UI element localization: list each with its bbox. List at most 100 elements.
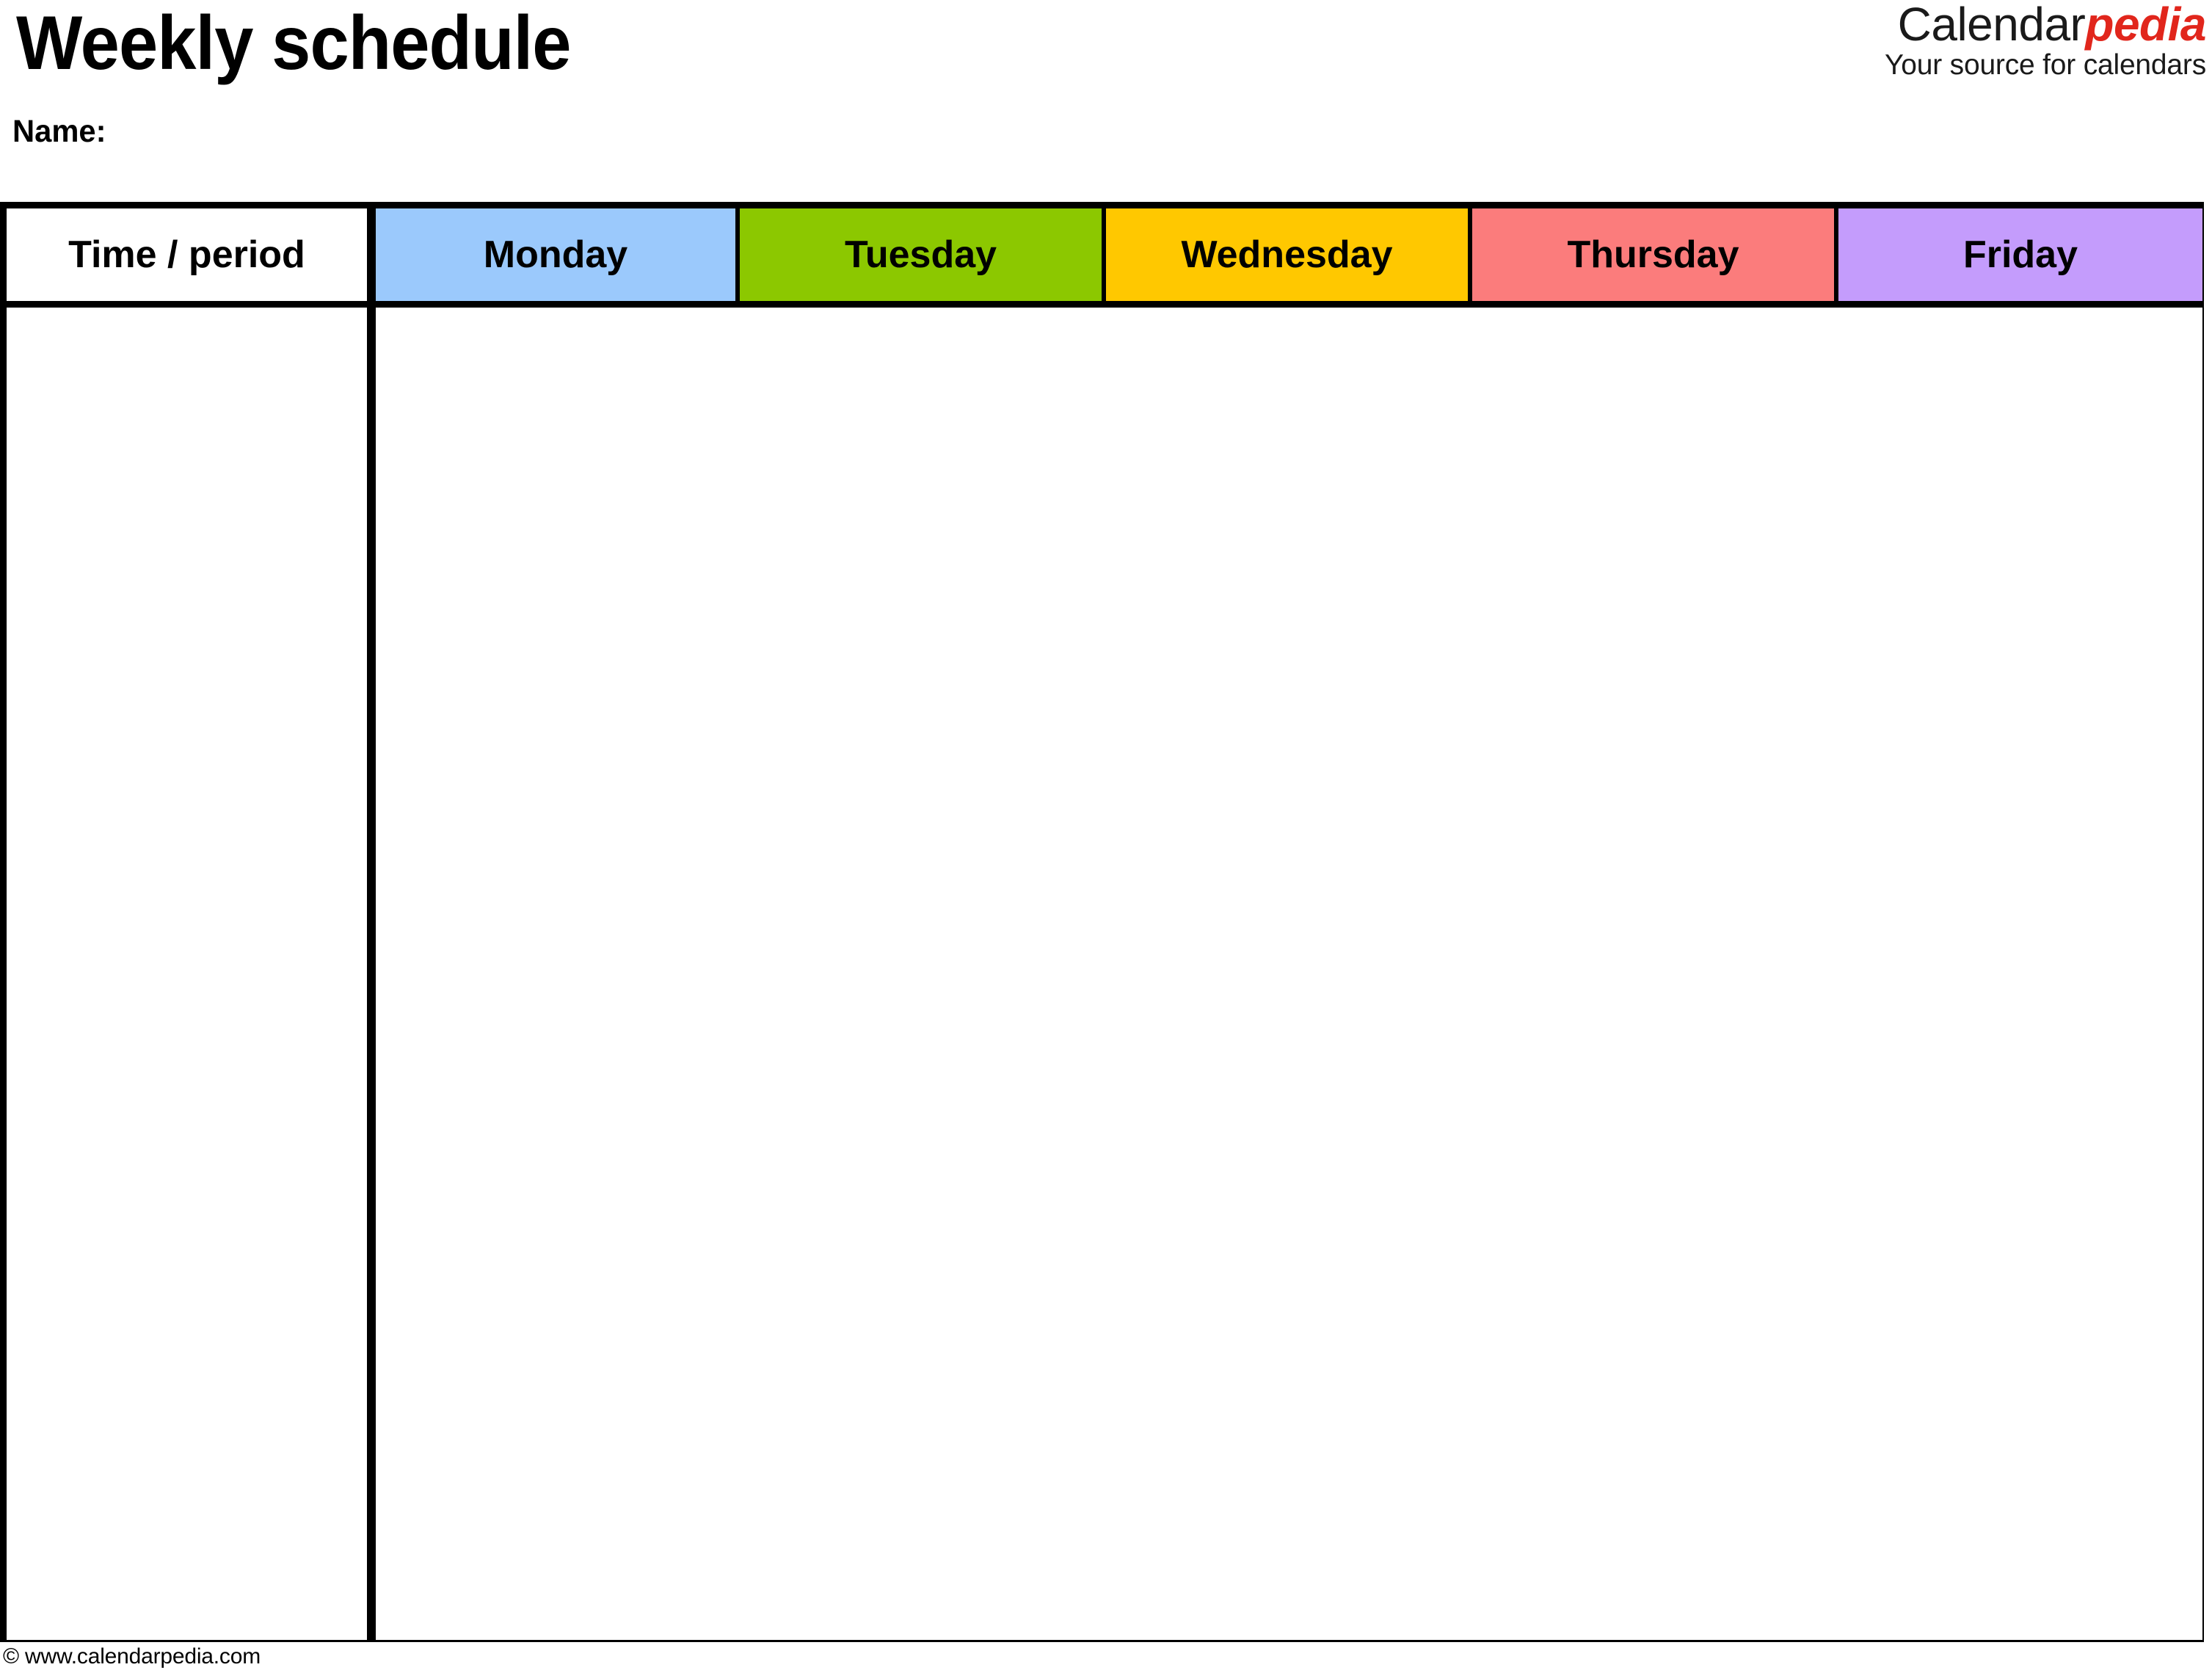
schedule-grid: Time / period Monday Tuesday Wednesday T…: [7, 208, 2202, 1640]
table-row: [7, 407, 2202, 509]
schedule-cell-time[interactable]: [7, 1332, 376, 1434]
schedule-cell-time[interactable]: [7, 1537, 376, 1640]
schedule-header: Time / period Monday Tuesday Wednesday T…: [7, 208, 2202, 308]
schedule-cell-friday[interactable]: [1836, 715, 2202, 818]
schedule-cell-tuesday[interactable]: [738, 1023, 1104, 1126]
schedule-cell-tuesday[interactable]: [738, 304, 1104, 407]
column-header-time: Time / period: [7, 208, 376, 308]
schedule-cell-friday[interactable]: [1836, 612, 2202, 715]
table-row: [7, 1537, 2202, 1640]
schedule-cell-wednesday[interactable]: [1104, 818, 1470, 921]
brand-word-pedia: pedia: [2085, 0, 2206, 51]
schedule-cell-wednesday[interactable]: [1104, 509, 1470, 612]
schedule-cell-time[interactable]: [7, 1126, 376, 1229]
page-title: Weekly schedule: [16, 1, 571, 86]
brand-tagline: Your source for calendars: [1885, 49, 2206, 81]
schedule-cell-thursday[interactable]: [1470, 1332, 1836, 1434]
schedule-cell-time[interactable]: [7, 509, 376, 612]
schedule-cell-wednesday[interactable]: [1104, 1537, 1470, 1640]
schedule-cell-time[interactable]: [7, 612, 376, 715]
schedule-cell-friday[interactable]: [1836, 818, 2202, 921]
schedule-cell-wednesday[interactable]: [1104, 1023, 1470, 1126]
schedule-cell-friday[interactable]: [1836, 1229, 2202, 1332]
schedule-cell-tuesday[interactable]: [738, 1126, 1104, 1229]
schedule-cell-thursday[interactable]: [1470, 1537, 1836, 1640]
schedule-cell-time[interactable]: [7, 407, 376, 509]
schedule-cell-tuesday[interactable]: [738, 921, 1104, 1023]
schedule-cell-time[interactable]: [7, 1434, 376, 1537]
schedule-cell-thursday[interactable]: [1470, 407, 1836, 509]
table-row: [7, 509, 2202, 612]
schedule-cell-friday[interactable]: [1836, 1537, 2202, 1640]
schedule-cell-time[interactable]: [7, 1023, 376, 1126]
schedule-cell-wednesday[interactable]: [1104, 1434, 1470, 1537]
schedule-cell-time[interactable]: [7, 1229, 376, 1332]
schedule-cell-friday[interactable]: [1836, 304, 2202, 407]
schedule-cell-tuesday[interactable]: [738, 407, 1104, 509]
schedule-cell-monday[interactable]: [371, 1023, 738, 1126]
schedule-cell-tuesday[interactable]: [738, 1537, 1104, 1640]
schedule-cell-thursday[interactable]: [1470, 818, 1836, 921]
schedule-cell-time[interactable]: [7, 818, 376, 921]
schedule-cell-friday[interactable]: [1836, 1332, 2202, 1434]
schedule-cell-thursday[interactable]: [1470, 612, 1836, 715]
schedule-cell-monday[interactable]: [371, 407, 738, 509]
schedule-cell-tuesday[interactable]: [738, 509, 1104, 612]
schedule-cell-monday[interactable]: [371, 921, 738, 1023]
schedule-cell-wednesday[interactable]: [1104, 407, 1470, 509]
schedule-cell-thursday[interactable]: [1470, 304, 1836, 407]
schedule-cell-wednesday[interactable]: [1104, 921, 1470, 1023]
schedule-cell-friday[interactable]: [1836, 1434, 2202, 1537]
schedule-cell-monday[interactable]: [371, 509, 738, 612]
table-row: [7, 304, 2202, 407]
copyright-notice: © www.calendarpedia.com: [3, 1644, 261, 1669]
schedule-cell-friday[interactable]: [1836, 1023, 2202, 1126]
schedule-cell-friday[interactable]: [1836, 509, 2202, 612]
schedule-cell-wednesday[interactable]: [1104, 612, 1470, 715]
schedule-cell-tuesday[interactable]: [738, 1434, 1104, 1537]
schedule-cell-monday[interactable]: [371, 1126, 738, 1229]
schedule-cell-monday[interactable]: [371, 715, 738, 818]
column-header-friday: Friday: [1836, 208, 2202, 308]
schedule-cell-monday[interactable]: [371, 1537, 738, 1640]
table-row: [7, 1126, 2202, 1229]
schedule-cell-thursday[interactable]: [1470, 1229, 1836, 1332]
schedule-cell-friday[interactable]: [1836, 407, 2202, 509]
schedule-cell-tuesday[interactable]: [738, 715, 1104, 818]
schedule-cell-tuesday[interactable]: [738, 1332, 1104, 1434]
schedule-cell-monday[interactable]: [371, 818, 738, 921]
schedule-cell-friday[interactable]: [1836, 921, 2202, 1023]
schedule-header-row: Time / period Monday Tuesday Wednesday T…: [7, 208, 2202, 308]
schedule-cell-wednesday[interactable]: [1104, 1229, 1470, 1332]
schedule-cell-wednesday[interactable]: [1104, 1332, 1470, 1434]
table-row: [7, 1434, 2202, 1537]
table-row: [7, 921, 2202, 1023]
name-field-label: Name:: [12, 114, 106, 149]
schedule-cell-monday[interactable]: [371, 304, 738, 407]
schedule-cell-wednesday[interactable]: [1104, 715, 1470, 818]
schedule-cell-tuesday[interactable]: [738, 612, 1104, 715]
schedule-cell-thursday[interactable]: [1470, 1434, 1836, 1537]
schedule-cell-thursday[interactable]: [1470, 1126, 1836, 1229]
schedule-cell-wednesday[interactable]: [1104, 304, 1470, 407]
schedule-cell-time[interactable]: [7, 921, 376, 1023]
schedule-cell-monday[interactable]: [371, 1332, 738, 1434]
schedule-cell-tuesday[interactable]: [738, 1229, 1104, 1332]
weekly-schedule-table: Time / period Monday Tuesday Wednesday T…: [0, 202, 2204, 1642]
schedule-cell-thursday[interactable]: [1470, 715, 1836, 818]
schedule-cell-wednesday[interactable]: [1104, 1126, 1470, 1229]
schedule-cell-time[interactable]: [7, 304, 376, 407]
schedule-cell-thursday[interactable]: [1470, 1023, 1836, 1126]
schedule-cell-thursday[interactable]: [1470, 921, 1836, 1023]
table-row: [7, 1229, 2202, 1332]
schedule-cell-thursday[interactable]: [1470, 509, 1836, 612]
schedule-cell-time[interactable]: [7, 715, 376, 818]
table-row: [7, 1332, 2202, 1434]
schedule-cell-monday[interactable]: [371, 612, 738, 715]
schedule-cell-monday[interactable]: [371, 1229, 738, 1332]
schedule-cell-tuesday[interactable]: [738, 818, 1104, 921]
table-row: [7, 1023, 2202, 1126]
brand-word-calendar: Calendar: [1897, 0, 2086, 51]
schedule-cell-friday[interactable]: [1836, 1126, 2202, 1229]
schedule-cell-monday[interactable]: [371, 1434, 738, 1537]
